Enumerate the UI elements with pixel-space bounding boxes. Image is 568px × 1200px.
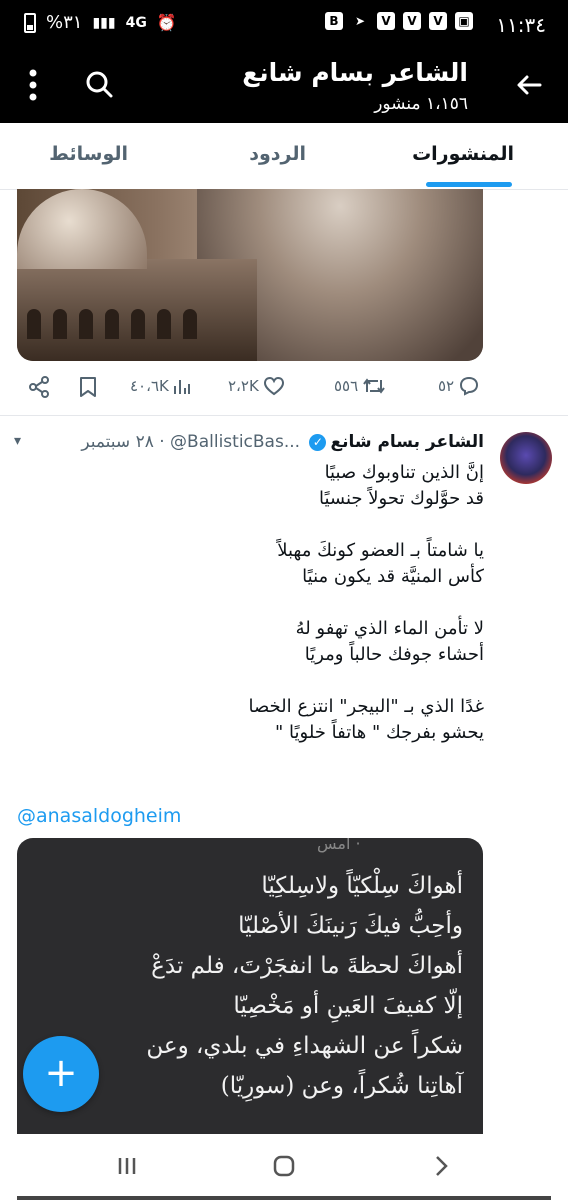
reply-button[interactable]: ٥٢ [438, 376, 480, 396]
alarm-icon: ⏰ [156, 13, 177, 32]
tweet-header: الشاعر بسام شانع✓ @BallisticBas... · ٢٨ … [81, 432, 484, 452]
gallery-icon: ▣ [455, 12, 473, 30]
reply-icon [460, 376, 479, 396]
reposts-count: ٥٥٦ [334, 377, 359, 395]
back-nav-icon[interactable] [434, 1154, 450, 1185]
clock: ١١:٣٤ [496, 13, 546, 37]
image-header-text: أمس · [317, 838, 361, 853]
notification-icons: B ➤ V V V ▣ [325, 12, 473, 30]
battery-percent: %٣١ [46, 12, 83, 33]
replies-count: ٥٢ [438, 377, 455, 395]
battery-icon [24, 12, 36, 33]
more-options-icon[interactable] [28, 68, 38, 102]
nav-divider [17, 1196, 551, 1200]
tweet-time: · ٢٨ سبتمبر [81, 432, 165, 452]
v-app-icon: V [377, 12, 395, 30]
post-action-bar: ٤٠،٦K ٢،٢K ٥٥٦ ٥٢ [0, 366, 568, 410]
image-arches [27, 309, 197, 339]
share-icon[interactable] [28, 376, 50, 398]
v-app-icon-3: V [429, 12, 447, 30]
plus-icon: + [44, 1050, 78, 1096]
bitcoin-icon: B [325, 12, 343, 30]
verified-badge-icon: ✓ [309, 433, 327, 451]
repost-icon [363, 378, 385, 394]
repost-button[interactable]: ٥٥٦ [334, 376, 386, 396]
author-name[interactable]: الشاعر بسام شانع [330, 432, 484, 452]
mention-link[interactable]: @anasaldogheim [17, 805, 181, 827]
status-bar: %٣١ ▮▮▮ 4G ⏰ B ➤ V V V ▣ ١١:٣٤ [0, 0, 568, 50]
bookmark-icon[interactable] [78, 376, 98, 398]
tab-posts[interactable]: المنشورات [412, 143, 514, 165]
views-button[interactable]: ٤٠،٦K [130, 376, 191, 396]
author-handle[interactable]: @BallisticBas... [170, 432, 300, 452]
search-icon[interactable] [85, 70, 113, 98]
avatar[interactable] [500, 432, 552, 484]
home-icon[interactable] [272, 1154, 296, 1185]
tab-replies[interactable]: الردود [249, 143, 306, 165]
back-arrow-icon[interactable] [514, 70, 544, 108]
active-tab-indicator [426, 182, 512, 187]
page-title: الشاعر بسام شانع [242, 58, 468, 87]
heart-icon [263, 376, 284, 396]
telegram-icon: ➤ [354, 14, 366, 28]
tweet-text: إنَّ الذين تناوبوك صبيًا قد حوَّلوك تحول… [248, 462, 484, 743]
post-image[interactable] [17, 189, 483, 361]
network-label: 4G [125, 14, 147, 31]
profile-tabs: المنشورات الردود الوسائط [0, 123, 568, 190]
v-app-icon-2: V [403, 12, 421, 30]
image-dome [17, 189, 147, 269]
signal-icon: ▮▮▮ [92, 14, 116, 31]
profile-header: الشاعر بسام شانع ١،١٥٦ منشور [0, 50, 568, 123]
views-count: ٤٠،٦K [130, 377, 169, 395]
like-button[interactable]: ٢،٢K [228, 376, 285, 396]
compose-button[interactable]: + [23, 1036, 99, 1112]
image-poem-text: أهواكَ سِلْكيّاً ولاسِلكِيّا وأحِبُّ فيك… [146, 873, 463, 1099]
views-icon [173, 380, 190, 394]
chevron-down-icon[interactable]: ▾ [14, 433, 21, 449]
system-nav-bar [0, 1134, 568, 1200]
post-count: ١،١٥٦ منشور [374, 94, 468, 114]
likes-count: ٢،٢K [228, 377, 259, 395]
recent-apps-icon[interactable] [116, 1154, 138, 1184]
divider [0, 415, 568, 416]
status-left: %٣١ ▮▮▮ 4G ⏰ [24, 12, 177, 33]
tab-media[interactable]: الوسائط [49, 143, 128, 165]
